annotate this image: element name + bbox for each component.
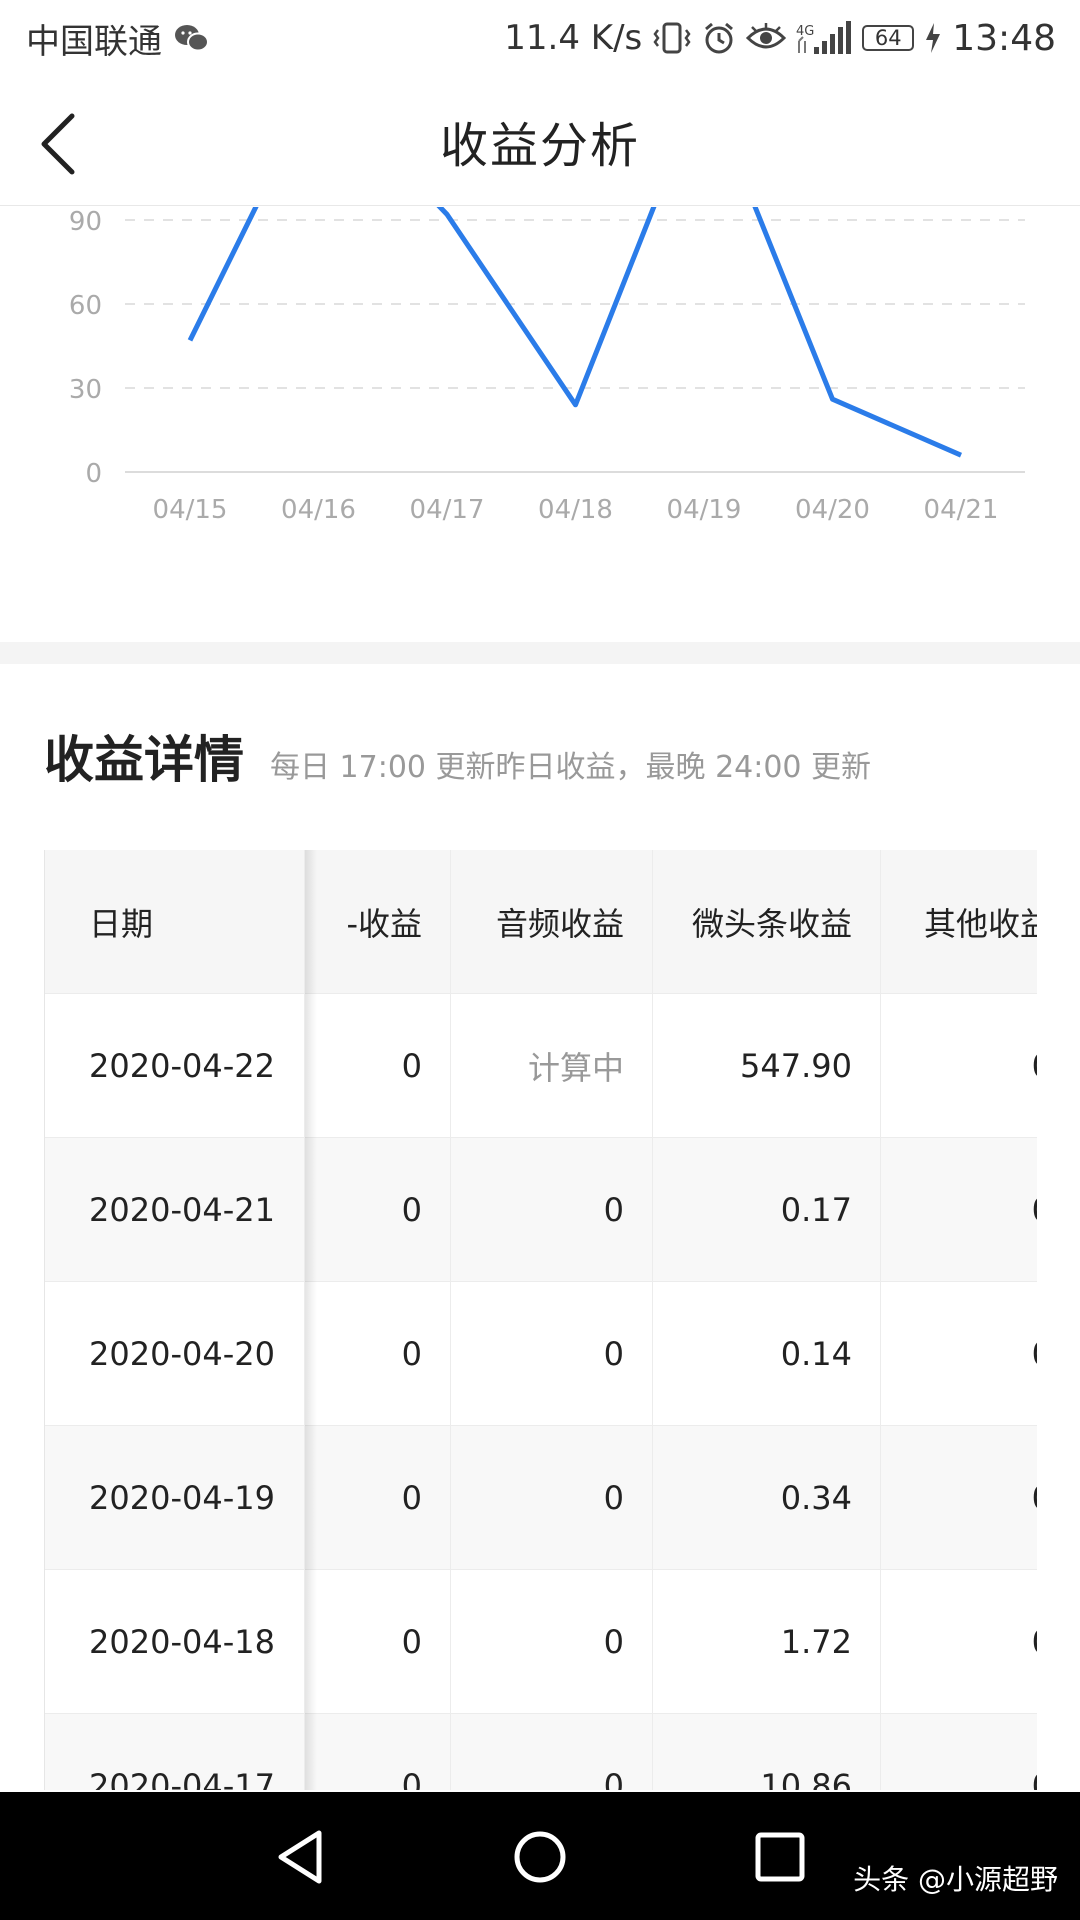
cell-date: 2020-04-22	[45, 994, 305, 1138]
cell-date: 2020-04-18	[45, 1570, 305, 1714]
battery-level: 64	[874, 26, 902, 50]
cell-earnings: 0	[305, 1426, 451, 1570]
cell-date: 2020-04-21	[45, 1138, 305, 1282]
network-type-label: 4G	[796, 24, 814, 39]
network-speed: 11.4 K/s	[504, 18, 643, 58]
battery-icon: 64	[862, 25, 915, 51]
table-header-row: 日期 -收益 音频收益 微头条收益 其他收益	[45, 850, 1037, 994]
chevron-left-icon	[41, 113, 75, 175]
y-tick-label: 30	[69, 375, 102, 405]
details-header: 收益详情 每日 17:00 更新昨日收益，最晚 24:00 更新	[44, 720, 1044, 790]
cell-other: 0	[881, 1570, 1037, 1714]
status-bar: 中国联通 11.4 K/s 4G 64 13:48	[0, 0, 1080, 76]
cell-other: 0	[881, 1714, 1037, 1790]
earnings-table[interactable]: 日期 -收益 音频收益 微头条收益 其他收益 2020-04-22 0 计算中 …	[44, 850, 1037, 1790]
table-row[interactable]: 2020-04-21 0 0 0.17 0	[45, 1138, 1037, 1282]
x-tick-label: 04/16	[281, 495, 356, 525]
cell-earnings: 0	[305, 1282, 451, 1426]
cell-other: 0	[881, 1138, 1037, 1282]
signal-icon: 4G	[796, 21, 852, 55]
table-row[interactable]: 2020-04-18 0 0 1.72 0	[45, 1570, 1037, 1714]
cell-date: 2020-04-19	[45, 1426, 305, 1570]
system-navigation-bar	[0, 1792, 1080, 1920]
line-chart: 0 30 60 90 04/15 04/16 04/17 04/18 04/19 04/20 04/…	[69, 207, 1025, 525]
vibrate-icon	[652, 21, 692, 55]
column-header-other: 其他收益	[881, 850, 1037, 994]
cell-microheadline: 10.86	[653, 1714, 881, 1790]
watermark: 头条 @小源超野	[853, 1863, 1058, 1896]
wechat-icon	[174, 23, 210, 53]
circle-home-icon	[514, 1831, 566, 1883]
column-header-date: 日期	[45, 850, 305, 994]
x-tick-label: 04/19	[667, 495, 742, 525]
nav-bar: 收益分析	[0, 76, 1080, 206]
series-line	[187, 207, 962, 458]
clock: 13:48	[952, 17, 1056, 59]
cell-earnings: 0	[305, 1138, 451, 1282]
cell-audio: 0	[451, 1138, 653, 1282]
x-tick-label: 04/20	[795, 495, 870, 525]
recents-nav-button[interactable]	[745, 1822, 815, 1892]
cell-other: 0	[881, 994, 1037, 1138]
x-tick-label: 04/18	[538, 495, 613, 525]
cell-microheadline: 0.14	[653, 1282, 881, 1426]
cell-audio: 0	[451, 1282, 653, 1426]
square-recents-icon	[755, 1832, 805, 1882]
cell-microheadline: 1.72	[653, 1570, 881, 1714]
x-tick-label: 04/21	[924, 495, 999, 525]
earnings-chart: 0 30 60 90 04/15 04/16 04/17 04/18 04/19 04/20 04/…	[0, 207, 1080, 642]
cell-audio: 计算中	[451, 994, 653, 1138]
cell-audio: 0	[451, 1714, 653, 1790]
triangle-back-icon	[278, 1830, 322, 1884]
column-header-audio: 音频收益	[451, 850, 653, 994]
section-divider	[0, 642, 1080, 664]
alarm-icon	[702, 21, 736, 55]
page-title: 收益分析	[439, 118, 640, 174]
column-header-earnings: -收益	[305, 850, 451, 994]
cell-earnings: 0	[305, 1714, 451, 1790]
cell-earnings: 0	[305, 994, 451, 1138]
cell-other: 0	[881, 1426, 1037, 1570]
x-tick-label: 04/17	[410, 495, 485, 525]
eye-icon	[746, 23, 787, 53]
cell-date: 2020-04-20	[45, 1282, 305, 1426]
y-tick-label: 90	[69, 207, 102, 237]
cell-date: 2020-04-17	[45, 1714, 305, 1790]
carrier-label: 中国联通	[26, 21, 162, 62]
details-title: 收益详情	[44, 731, 244, 789]
y-tick-label: 0	[85, 459, 102, 489]
cell-audio: 0	[451, 1570, 653, 1714]
cell-microheadline: 547.90	[653, 994, 881, 1138]
cell-microheadline: 0.17	[653, 1138, 881, 1282]
cell-earnings: 0	[305, 1570, 451, 1714]
cell-audio: 0	[451, 1426, 653, 1570]
cell-other: 0	[881, 1282, 1037, 1426]
home-nav-button[interactable]	[505, 1822, 575, 1892]
back-button[interactable]	[38, 104, 98, 184]
x-tick-label: 04/15	[153, 495, 228, 525]
details-subtitle: 每日 17:00 更新昨日收益，最晚 24:00 更新	[270, 750, 872, 785]
table-row[interactable]: 2020-04-17 0 0 10.86 0	[45, 1714, 1037, 1790]
cell-microheadline: 0.34	[653, 1426, 881, 1570]
table-row[interactable]: 2020-04-22 0 计算中 547.90 0	[45, 994, 1037, 1138]
table-row[interactable]: 2020-04-20 0 0 0.14 0	[45, 1282, 1037, 1426]
table-row[interactable]: 2020-04-19 0 0 0.34 0	[45, 1426, 1037, 1570]
back-nav-button[interactable]	[265, 1822, 335, 1892]
status-right: 11.4 K/s 4G 64 13:48	[504, 18, 1056, 59]
charging-icon	[924, 23, 942, 53]
column-header-microheadline: 微头条收益	[653, 850, 881, 994]
status-left: 中国联通	[26, 14, 210, 63]
y-tick-label: 60	[69, 291, 102, 321]
